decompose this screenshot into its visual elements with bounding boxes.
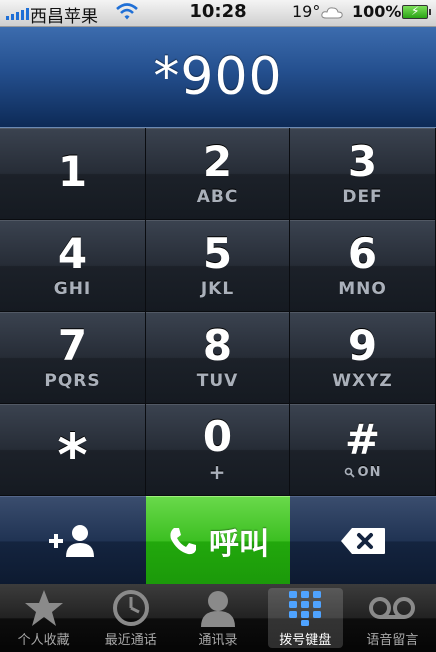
key-digit: 2 — [202, 136, 233, 186]
key-9[interactable]: 9 WXYZ — [290, 312, 436, 404]
key-digit: 1 — [57, 146, 88, 196]
add-contact-icon — [49, 525, 94, 557]
backspace-icon — [341, 528, 385, 554]
contacts-icon — [201, 591, 235, 627]
key-2[interactable]: 2 ABC — [146, 128, 290, 220]
key-digit: 4 — [57, 228, 88, 278]
number-display: *900 — [0, 27, 436, 128]
tab-contacts[interactable]: 通讯录 — [174, 584, 261, 652]
key-4[interactable]: 4 GHI — [0, 220, 146, 312]
key-8[interactable]: 8 TUV — [146, 312, 290, 404]
tab-label: 通讯录 — [198, 633, 238, 648]
cloud-icon — [321, 4, 343, 23]
tab-favorites[interactable]: 个人收藏 — [0, 584, 87, 652]
tab-keypad[interactable]: 拨号键盘 — [262, 584, 349, 652]
add-contact-button[interactable] — [0, 496, 146, 585]
voicemail-icon — [369, 597, 416, 619]
delete-button[interactable] — [290, 496, 436, 585]
status-bar: 西昌苹果 10:28 19° 100% ⚡ — [0, 0, 436, 27]
entered-number: *900 — [153, 47, 283, 107]
tab-label: 拨号键盘 — [279, 633, 332, 648]
weather-temperature: 19° — [292, 2, 321, 21]
tab-label: 最近通话 — [104, 633, 157, 648]
call-button-label: 呼叫 — [209, 527, 269, 562]
key-digit: 8 — [202, 320, 233, 370]
key-5[interactable]: 5 JKL — [146, 220, 290, 312]
tab-label: 语音留言 — [366, 633, 419, 648]
key-letters: TUV — [196, 370, 239, 391]
key-digit: 9 — [347, 320, 378, 370]
key-letters: JKL — [200, 278, 235, 299]
tab-recents[interactable]: 最近通话 — [87, 584, 174, 652]
phone-icon — [170, 528, 196, 555]
key-digit: # — [344, 415, 381, 464]
key-letters: DEF — [342, 186, 383, 207]
key-star[interactable]: * — [0, 404, 146, 496]
tab-voicemail[interactable]: 语音留言 — [349, 584, 436, 652]
star-icon — [24, 590, 63, 626]
key-letters: + — [208, 459, 227, 484]
key-digit: 7 — [57, 320, 88, 370]
call-button[interactable]: 呼叫 — [146, 496, 290, 585]
key-digit: 3 — [347, 136, 378, 186]
key-letters: MNO — [338, 278, 387, 299]
key-letters: PQRS — [44, 370, 101, 391]
key-3[interactable]: 3 DEF — [290, 128, 436, 220]
battery-charging-icon: ⚡ — [402, 4, 431, 19]
key-digit: * — [57, 420, 88, 489]
key-letters: GHI — [53, 278, 92, 299]
key-digit: 0 — [202, 411, 233, 461]
key-letters-row: ON — [344, 465, 382, 480]
key-letters: WXYZ — [332, 370, 393, 391]
action-row: 呼叫 — [0, 496, 436, 585]
key-0[interactable]: 0 + — [146, 404, 290, 496]
key-hash[interactable]: # ON — [290, 404, 436, 496]
key-letters: ABC — [196, 186, 239, 207]
tab-label: 个人收藏 — [17, 633, 70, 648]
clock-icon — [112, 590, 149, 626]
key-6[interactable]: 6 MNO — [290, 220, 436, 312]
search-icon — [344, 467, 355, 478]
key-letters: ON — [357, 465, 382, 480]
key-digit: 6 — [347, 228, 378, 278]
phone-screen: 西昌苹果 10:28 19° 100% ⚡ *900 1 2 ABC 3 DEF… — [0, 0, 436, 652]
dial-keypad: 1 2 ABC 3 DEF 4 GHI 5 JKL 6 MNO 7 PQRS 8 — [0, 128, 436, 496]
key-digit: 5 — [202, 228, 233, 278]
keypad-icon — [289, 591, 322, 626]
key-7[interactable]: 7 PQRS — [0, 312, 146, 404]
battery-percent: 100% — [352, 2, 402, 21]
key-1[interactable]: 1 — [0, 128, 146, 220]
tab-bar: 个人收藏 最近通话 通讯录 拨号键盘 语音留言 — [0, 584, 436, 652]
